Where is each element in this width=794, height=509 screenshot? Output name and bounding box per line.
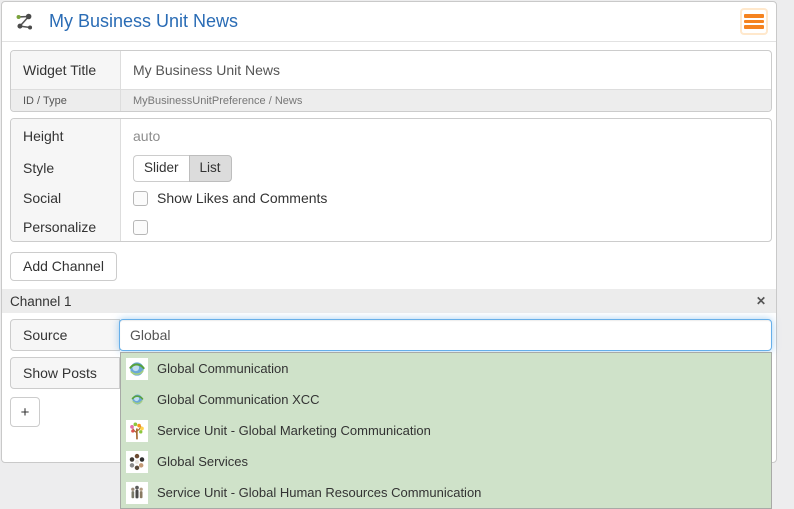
social-row: Social Show Likes and Comments [11, 183, 771, 213]
hamburger-menu-icon[interactable] [742, 10, 766, 33]
show-posts-label: Show Posts [10, 357, 120, 389]
channel-title: Channel 1 [10, 294, 756, 309]
source-label: Source [10, 319, 120, 351]
social-checkbox[interactable] [133, 191, 148, 206]
suggestion-label: Service Unit - Global Marketing Communic… [157, 423, 431, 438]
people-group-icon [126, 482, 148, 504]
id-type-row: ID / Type MyBusinessUnitPreference / New… [11, 89, 771, 111]
add-post-filter-button[interactable]: + [10, 397, 40, 427]
suggestion-label: Global Communication XCC [157, 392, 320, 407]
style-option-list[interactable]: List [189, 155, 232, 182]
widget-title-row: Widget Title [11, 51, 771, 89]
suggestion-label: Service Unit - Global Human Resources Co… [157, 485, 481, 500]
suggestion-item[interactable]: Service Unit - Global Marketing Communic… [121, 415, 771, 446]
height-label: Height [11, 119, 121, 153]
widget-meta-table: Widget Title ID / Type MyBusinessUnitPre… [10, 50, 772, 112]
personalize-label: Personalize [11, 213, 121, 241]
height-input[interactable] [121, 128, 771, 144]
id-type-value: MyBusinessUnitPreference / News [121, 90, 771, 111]
channel-header-bar: Channel 1 ✕ [2, 289, 776, 313]
personalize-row: Personalize [11, 213, 771, 241]
height-row: Height [11, 119, 771, 153]
suggestion-item[interactable]: Global Communication [121, 353, 771, 384]
suggestion-label: Global Communication [157, 361, 289, 376]
globe-icon [126, 358, 148, 380]
id-type-label: ID / Type [11, 90, 121, 111]
source-suggestion-dropdown: Global Communication Global Communicatio… [120, 352, 772, 509]
source-input[interactable] [119, 319, 772, 351]
social-checkbox-label: Show Likes and Comments [157, 190, 327, 206]
style-row: Style Slider List [11, 153, 771, 183]
widget-title-heading: My Business Unit News [49, 11, 742, 32]
widget-settings-table: Height Style Slider List Social Show Lik… [10, 118, 772, 242]
suggestion-label: Global Services [157, 454, 248, 469]
style-button-group: Slider List [133, 155, 232, 182]
add-channel-button[interactable]: Add Channel [10, 252, 117, 281]
widget-config-panel: My Business Unit News Widget Title ID / … [1, 1, 777, 463]
people-circle-icon [126, 451, 148, 473]
suggestion-item[interactable]: Global Services [121, 446, 771, 477]
social-label: Social [11, 183, 121, 213]
close-icon[interactable]: ✕ [756, 295, 766, 307]
widget-title-input[interactable] [121, 62, 771, 78]
globe-small-icon [126, 389, 148, 411]
tree-icon [126, 420, 148, 442]
suggestion-item[interactable]: Service Unit - Global Human Resources Co… [121, 477, 771, 508]
style-option-slider[interactable]: Slider [133, 155, 189, 182]
style-label: Style [11, 153, 121, 183]
personalize-checkbox[interactable] [133, 220, 148, 235]
suggestion-item[interactable]: Global Communication XCC [121, 384, 771, 415]
share-nodes-icon [14, 11, 36, 33]
widget-header: My Business Unit News [2, 2, 776, 42]
source-row: Source Global Communication [10, 319, 772, 351]
widget-title-label: Widget Title [11, 51, 121, 89]
